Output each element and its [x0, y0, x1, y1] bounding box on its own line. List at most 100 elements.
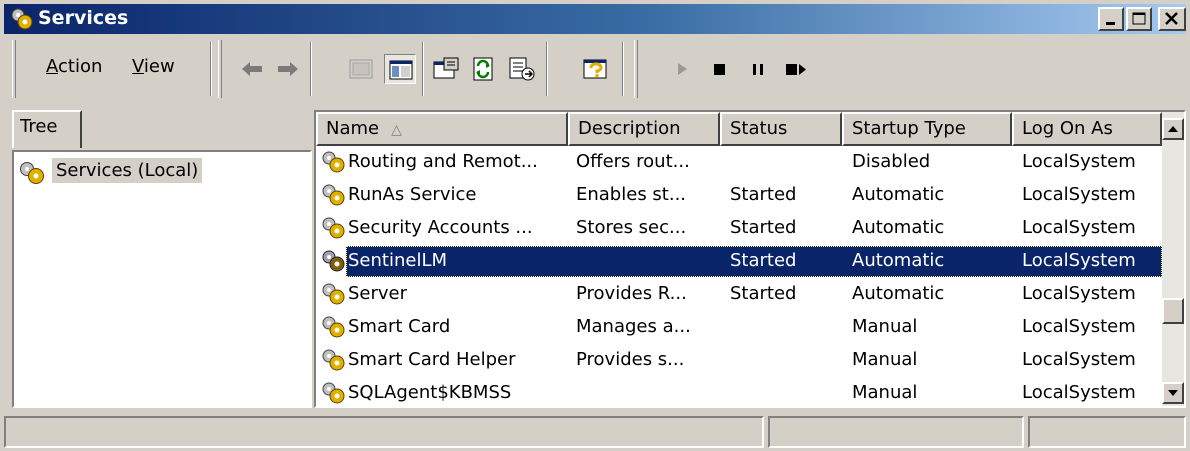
show-hide-tree-icon: [389, 60, 413, 80]
table-row[interactable]: Smart Card Manages a... Manual LocalSyst…: [316, 311, 1162, 344]
export-list-icon: [509, 57, 535, 81]
status-bar: [4, 414, 1186, 448]
cell-name: Security Accounts ...: [348, 217, 533, 238]
cell-description: Stores sec...: [576, 217, 687, 238]
cell-status: Started: [730, 250, 797, 271]
cell-log-on-as: LocalSystem: [1022, 250, 1136, 271]
cell-log-on-as: LocalSystem: [1022, 184, 1136, 205]
cell-description: Provides R...: [576, 283, 687, 304]
tab-tree[interactable]: Tree: [12, 110, 82, 148]
stop-service-button[interactable]: [704, 54, 736, 84]
restart-service-button[interactable]: [780, 54, 812, 84]
cell-log-on-as: LocalSystem: [1022, 382, 1136, 403]
service-gear-icon: [322, 283, 345, 305]
service-gear-icon: [322, 349, 345, 371]
table-row[interactable]: SQLAgent$KBMSS Manual LocalSystem: [316, 377, 1162, 406]
cell-startup-type: Automatic: [852, 250, 945, 271]
column-header-startup-type[interactable]: Startup Type: [842, 112, 1012, 146]
cell-description: Offers rout...: [576, 151, 690, 172]
cell-status: Started: [730, 283, 797, 304]
cell-log-on-as: LocalSystem: [1022, 151, 1136, 172]
cell-name: Smart Card: [348, 316, 451, 337]
maximize-button[interactable]: [1126, 7, 1152, 31]
restart-service-icon: [786, 64, 806, 75]
refresh-button[interactable]: [468, 54, 500, 84]
column-header-status[interactable]: Status: [720, 112, 842, 146]
close-icon: [1165, 12, 1178, 25]
cell-name: Server: [348, 283, 408, 304]
cell-startup-type: Manual: [852, 382, 918, 403]
status-panel-middle: [768, 416, 1024, 448]
title-bar[interactable]: Services: [4, 4, 1186, 34]
table-row[interactable]: RunAs Service Enables st... Started Auto…: [316, 179, 1162, 212]
table-row-selected[interactable]: SentinelLM Started Automatic LocalSystem: [316, 245, 1162, 278]
cell-name: Smart Card Helper: [348, 349, 516, 370]
cell-description: Enables st...: [576, 184, 687, 205]
service-gear-icon: [322, 316, 345, 338]
toolbar-separator: [546, 42, 548, 96]
close-button[interactable]: [1158, 7, 1186, 31]
menu-view[interactable]: View: [132, 56, 175, 77]
cell-log-on-as: LocalSystem: [1022, 316, 1136, 337]
cell-startup-type: Disabled: [852, 151, 931, 172]
minimize-icon: [1106, 22, 1115, 25]
cell-startup-type: Automatic: [852, 184, 945, 205]
pause-service-button[interactable]: [742, 54, 774, 84]
toolbar-separator: [622, 42, 624, 96]
toolbar-separator: [210, 42, 212, 96]
service-gear-icon: [322, 184, 345, 206]
forward-button[interactable]: [272, 54, 304, 84]
table-row[interactable]: Security Accounts ... Stores sec... Star…: [316, 212, 1162, 245]
vertical-scrollbar[interactable]: [1162, 112, 1184, 406]
cell-name: Routing and Remot...: [348, 151, 538, 172]
minimize-button[interactable]: [1098, 7, 1124, 31]
sort-ascending-icon: △: [391, 122, 402, 138]
scroll-up-button[interactable]: [1162, 118, 1184, 140]
menu-action[interactable]: Action: [46, 56, 102, 77]
cell-name: SentinelLM: [348, 250, 448, 271]
cell-log-on-as: LocalSystem: [1022, 349, 1136, 370]
cell-startup-type: Manual: [852, 316, 918, 337]
cell-status: Started: [730, 217, 797, 238]
help-icon: [583, 59, 607, 79]
toolbar-grip[interactable]: [218, 40, 222, 98]
help-button[interactable]: [580, 54, 612, 84]
scroll-down-button[interactable]: [1162, 382, 1184, 404]
column-header-log-on-as[interactable]: Log On As: [1012, 112, 1162, 146]
services-gear-icon: [11, 8, 33, 30]
back-arrow-icon: [242, 62, 262, 76]
scrollbar-thumb[interactable]: [1162, 298, 1184, 324]
status-panel-main: [4, 416, 764, 448]
services-window: Services Action View Tree Services (Loca…: [0, 0, 1190, 451]
start-service-button[interactable]: [666, 54, 698, 84]
start-service-icon: [678, 63, 687, 75]
table-row[interactable]: Smart Card Helper Provides s... Manual L…: [316, 344, 1162, 377]
services-list: Name △ Description Status Startup Type Lo…: [314, 110, 1186, 408]
services-gear-icon: [20, 162, 44, 184]
table-row[interactable]: Server Provides R... Started Automatic L…: [316, 278, 1162, 311]
toolbar: Action View: [4, 36, 1186, 102]
maximize-icon: [1132, 12, 1146, 25]
cell-description: Provides s...: [576, 349, 685, 370]
scroll-up-arrow-icon: [1168, 126, 1178, 132]
forward-arrow-icon: [278, 62, 298, 76]
cell-name: RunAs Service: [348, 184, 477, 205]
toolbar-grip[interactable]: [634, 40, 638, 98]
up-level-button[interactable]: [346, 54, 378, 84]
refresh-icon: [473, 57, 493, 81]
table-row[interactable]: Routing and Remot... Offers rout... Disa…: [316, 146, 1162, 179]
list-header: Name △ Description Status Startup Type Lo…: [316, 112, 1162, 146]
cell-status: Started: [730, 184, 797, 205]
cell-startup-type: Automatic: [852, 283, 945, 304]
export-list-button[interactable]: [506, 54, 538, 84]
column-header-name[interactable]: Name △: [316, 112, 568, 146]
properties-button[interactable]: [430, 54, 462, 84]
toolbar-grip[interactable]: [12, 40, 16, 98]
back-button[interactable]: [236, 54, 268, 84]
up-level-icon: [349, 59, 373, 79]
toolbar-separator: [310, 42, 312, 96]
window-title: Services: [38, 7, 129, 29]
column-header-description[interactable]: Description: [568, 112, 720, 146]
show-hide-tree-button[interactable]: [384, 54, 416, 84]
tree-item-label: Services (Local): [52, 158, 203, 183]
